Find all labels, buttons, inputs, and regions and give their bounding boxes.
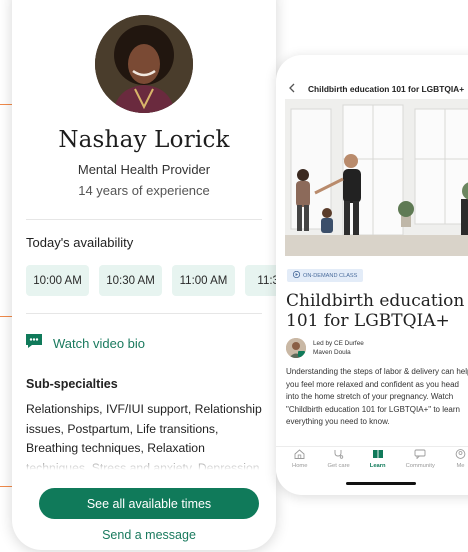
instructor-avatar xyxy=(286,338,306,358)
provider-role: Mental Health Provider xyxy=(77,162,211,177)
time-slot[interactable]: 10:30 AM xyxy=(99,265,162,296)
see-all-times-button[interactable]: See all available times xyxy=(39,488,259,519)
bottom-nav: Home Get care Learn Community Me xyxy=(276,446,468,474)
back-icon[interactable] xyxy=(288,82,302,96)
video-icon xyxy=(25,333,43,354)
article-description: Understanding the steps of labor & deliv… xyxy=(286,367,468,426)
nav-label: Learn xyxy=(369,463,386,469)
nav-label: Me xyxy=(456,463,465,469)
article-title: Childbirth education 101 for LGBTQIA+ xyxy=(286,291,465,331)
time-slot[interactable]: 11:00 AM xyxy=(172,265,235,296)
play-icon xyxy=(292,270,301,280)
nav-community[interactable]: Community xyxy=(406,449,435,474)
article-header: Childbirth education 101 for LGBTQIA+ xyxy=(276,79,468,99)
nav-learn[interactable]: Learn xyxy=(370,449,386,474)
learn-article-screen: Childbirth education 101 for LGBTQIA+ ON… xyxy=(276,55,468,495)
divider xyxy=(26,313,262,314)
nav-label: Community xyxy=(405,463,435,469)
home-icon xyxy=(294,449,305,461)
nav-label: Get care xyxy=(327,463,350,469)
nav-me[interactable]: Me xyxy=(455,449,466,474)
subspecialties-heading: Sub-specialties xyxy=(26,377,118,391)
send-message-button[interactable]: Send a message xyxy=(12,528,276,542)
header-title: Childbirth education 101 for LGBTQIA+ xyxy=(308,84,465,94)
video-bio-label: Watch video bio xyxy=(53,336,146,351)
provider-name: Nashay Lorick xyxy=(58,127,230,153)
home-indicator xyxy=(346,482,416,485)
time-slot[interactable]: 11:30 A xyxy=(245,265,276,296)
time-slot-list: 10:00 AM 10:30 AM 11:00 AM 11:30 A xyxy=(26,265,276,296)
nav-label: Home xyxy=(292,463,308,469)
watch-video-bio-link[interactable]: Watch video bio xyxy=(25,333,145,354)
tag-label: ON-DEMAND CLASS xyxy=(303,272,358,279)
provider-profile-screen: Nashay Lorick Mental Health Provider 14 … xyxy=(12,0,276,550)
nav-home[interactable]: Home xyxy=(292,449,307,474)
provider-avatar xyxy=(95,15,193,113)
community-icon xyxy=(414,449,426,461)
instructor-info[interactable]: Led by CE Durfee Maven Doula xyxy=(286,338,364,358)
book-icon xyxy=(372,449,384,461)
content-type-tag: ON-DEMAND CLASS xyxy=(287,269,364,282)
availability-heading: Today's availability xyxy=(26,235,134,250)
article-hero-image[interactable] xyxy=(285,99,468,256)
time-slot[interactable]: 10:00 AM xyxy=(26,265,89,296)
instructor-line: Led by CE Durfee xyxy=(313,340,364,347)
stethoscope-icon xyxy=(333,449,344,461)
nav-get-care[interactable]: Get care xyxy=(328,449,350,474)
profile-icon xyxy=(455,449,466,461)
provider-experience: 14 years of experience xyxy=(78,183,210,198)
scroll-fade xyxy=(12,452,276,470)
divider xyxy=(26,219,262,220)
instructor-title: Maven Doula xyxy=(313,348,351,356)
